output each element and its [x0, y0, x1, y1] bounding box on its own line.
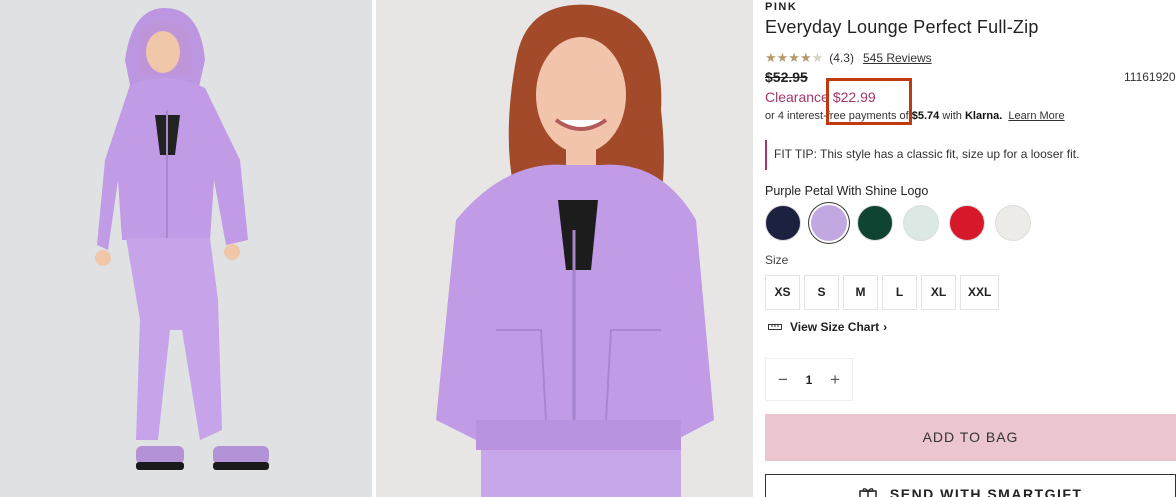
product-details-panel: PINK Everyday Lounge Perfect Full-Zip ★★… [765, 0, 1176, 497]
quantity-stepper: − 1 + [765, 358, 853, 401]
color-swatches [765, 205, 1041, 241]
fit-tip: FIT TIP: This style has a classic fit, s… [765, 140, 1125, 170]
ruler-icon [768, 324, 782, 330]
klarna-with: with [942, 110, 962, 122]
size-chart-label: View Size Chart [790, 320, 880, 334]
send-with-smartgift-button[interactable]: SEND WITH SMARTGIFT [765, 474, 1176, 497]
gift-icon [858, 488, 877, 497]
product-title: Everyday Lounge Perfect Full-Zip [765, 17, 1039, 37]
rating-row: ★★★★★ (4.3) 545 Reviews [765, 50, 932, 66]
product-sku: 11161920 [1124, 70, 1176, 84]
klarna-payment-info: or 4 interest-free payments of $5.74 wit… [765, 110, 1065, 122]
quantity-decrease-button[interactable]: − [778, 370, 788, 390]
rating-stars: ★★★★★ [765, 50, 823, 66]
brand-label[interactable]: PINK [765, 1, 797, 13]
star-icon: ★★★★ [765, 50, 812, 65]
klarna-amount: $5.74 [911, 110, 940, 122]
color-swatch-navy[interactable] [765, 205, 801, 241]
color-swatch-purple-petal[interactable] [811, 205, 847, 241]
chevron-right-icon: › [883, 320, 888, 334]
size-option-xs[interactable]: XS [765, 275, 800, 310]
smartgift-label: SEND WITH SMARTGIFT [889, 486, 1083, 497]
size-option-m[interactable]: M [843, 275, 878, 310]
selected-color-name: Purple Petal With Shine Logo [765, 184, 929, 198]
clearance-label: Clearance [765, 89, 829, 105]
quantity-value[interactable]: 1 [806, 373, 813, 387]
color-swatch-forest-green[interactable] [857, 205, 893, 241]
size-options: XS S M L XL XXL [765, 275, 1003, 310]
color-swatch-red[interactable] [949, 205, 985, 241]
size-option-xxl[interactable]: XXL [960, 275, 1000, 310]
price-highlight-box [826, 78, 912, 125]
reviews-link[interactable]: 545 Reviews [863, 51, 932, 65]
product-image-closeup[interactable] [376, 0, 753, 497]
rating-value: (4.3) [829, 51, 854, 65]
klarna-learn-more-link[interactable]: Learn More [1008, 110, 1064, 122]
size-option-xl[interactable]: XL [921, 275, 956, 310]
star-empty-icon: ★ [811, 50, 824, 65]
size-chart-link[interactable]: View Size Chart › [768, 320, 887, 334]
size-label: Size [765, 253, 789, 267]
color-swatch-mint[interactable] [903, 205, 939, 241]
size-option-l[interactable]: L [882, 275, 917, 310]
add-to-bag-button[interactable]: ADD TO BAG [765, 414, 1176, 461]
product-image-full-outfit[interactable] [0, 0, 372, 497]
quantity-increase-button[interactable]: + [830, 370, 840, 390]
size-option-s[interactable]: S [804, 275, 839, 310]
original-price: $52.95 [765, 69, 808, 85]
color-swatch-heather-white[interactable] [995, 205, 1031, 241]
klarna-logo: Klarna. [964, 110, 1003, 122]
